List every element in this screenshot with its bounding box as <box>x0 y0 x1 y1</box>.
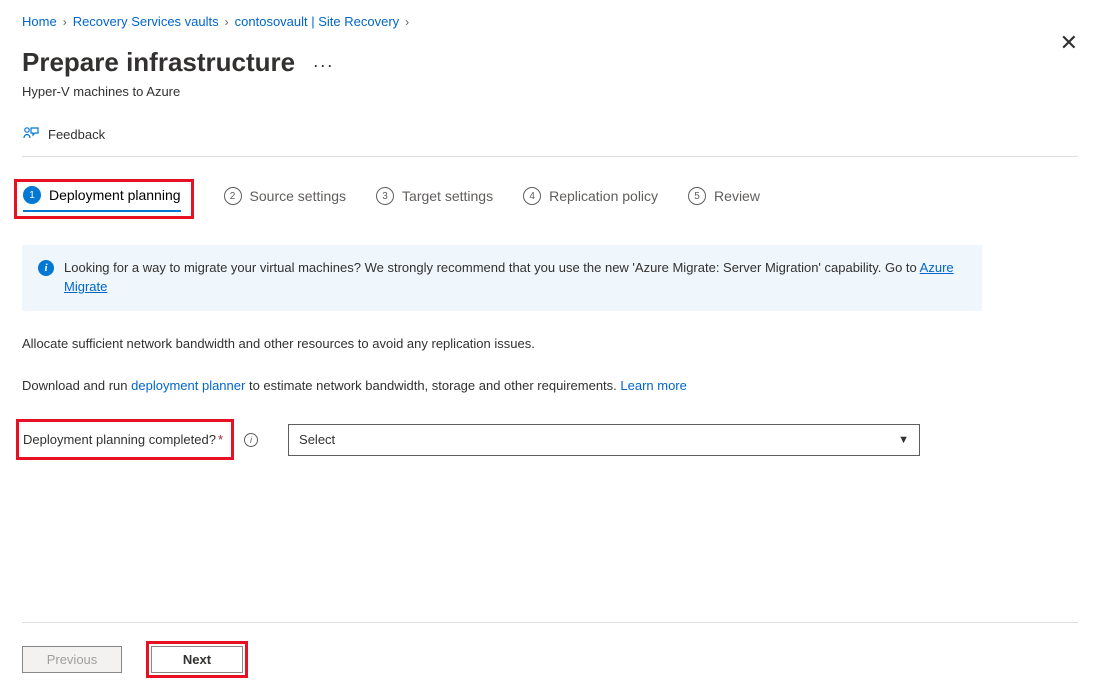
chevron-right-icon: › <box>225 15 229 29</box>
chevron-right-icon: › <box>405 15 409 29</box>
deployment-planner-link[interactable]: deployment planner <box>131 378 245 393</box>
info-icon: i <box>38 260 54 276</box>
highlight-active-tab: 1 Deployment planning <box>14 179 194 219</box>
info-text: Looking for a way to migrate your virtua… <box>64 259 966 297</box>
form-label: Deployment planning completed? <box>23 432 216 447</box>
help-icon[interactable]: i <box>244 433 258 447</box>
info-banner: i Looking for a way to migrate your virt… <box>22 245 982 311</box>
wizard-tabs: 1 Deployment planning 2 Source settings … <box>22 179 1078 219</box>
tab-label: Target settings <box>402 188 493 204</box>
feedback-label: Feedback <box>48 127 105 142</box>
tab-review[interactable]: 5 Review <box>688 187 760 211</box>
step-number-icon: 5 <box>688 187 706 205</box>
highlight-form-label: Deployment planning completed? * <box>16 419 234 460</box>
feedback-icon <box>22 125 40 144</box>
breadcrumb: Home › Recovery Services vaults › contos… <box>22 14 1078 29</box>
page-title: Prepare infrastructure <box>22 47 295 78</box>
deployment-planning-select[interactable]: Select ▼ <box>288 424 920 456</box>
form-row-deployment-planning: Deployment planning completed? * i Selec… <box>22 419 1078 460</box>
breadcrumb-home[interactable]: Home <box>22 14 57 29</box>
chevron-down-icon: ▼ <box>898 434 909 446</box>
step-number-icon: 2 <box>224 187 242 205</box>
step-number-icon: 1 <box>23 186 41 204</box>
feedback-button[interactable]: Feedback <box>22 125 1078 144</box>
tab-label: Deployment planning <box>49 187 181 203</box>
chevron-right-icon: › <box>63 15 67 29</box>
required-asterisk: * <box>218 432 223 447</box>
more-actions-button[interactable]: ··· <box>313 55 334 75</box>
highlight-next-button: Next <box>146 641 248 678</box>
step-number-icon: 4 <box>523 187 541 205</box>
tab-label: Review <box>714 188 760 204</box>
close-button[interactable]: ✕ <box>1060 32 1078 54</box>
page-subtitle: Hyper-V machines to Azure <box>22 84 1078 99</box>
breadcrumb-vaults[interactable]: Recovery Services vaults <box>73 14 219 29</box>
previous-button: Previous <box>22 646 122 673</box>
breadcrumb-vault-detail[interactable]: contosovault | Site Recovery <box>235 14 400 29</box>
select-placeholder: Select <box>299 432 335 447</box>
step-number-icon: 3 <box>376 187 394 205</box>
tab-deployment-planning[interactable]: 1 Deployment planning <box>23 186 181 212</box>
body-line-2: Download and run deployment planner to e… <box>22 377 982 395</box>
wizard-footer: Previous Next <box>22 622 1078 678</box>
next-button[interactable]: Next <box>151 646 243 673</box>
tab-label: Replication policy <box>549 188 658 204</box>
divider <box>22 156 1078 157</box>
tab-label: Source settings <box>250 188 347 204</box>
divider <box>22 622 1078 623</box>
tab-source-settings[interactable]: 2 Source settings <box>224 187 347 211</box>
tab-target-settings[interactable]: 3 Target settings <box>376 187 493 211</box>
tab-replication-policy[interactable]: 4 Replication policy <box>523 187 658 211</box>
learn-more-link[interactable]: Learn more <box>620 378 686 393</box>
body-line-1: Allocate sufficient network bandwidth an… <box>22 335 982 353</box>
